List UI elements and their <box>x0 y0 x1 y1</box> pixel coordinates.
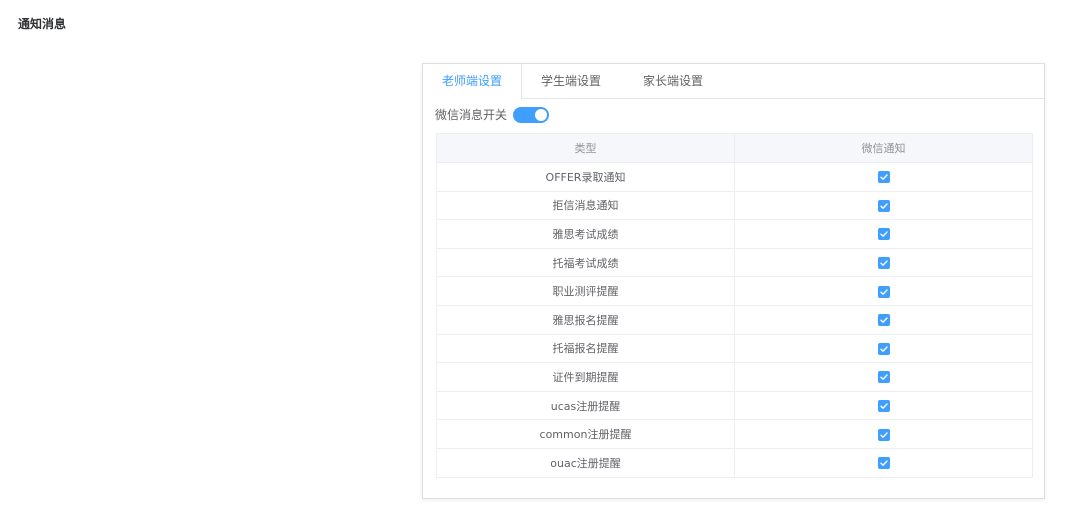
notification-type-cell: common注册提醒 <box>436 419 735 449</box>
tab-student-settings[interactable]: 学生端设置 <box>522 64 620 98</box>
notification-type-cell: ucas注册提醒 <box>436 390 735 421</box>
wechat-notify-checkbox[interactable] <box>877 199 890 212</box>
check-icon <box>879 346 888 352</box>
wechat-notify-checkbox[interactable] <box>877 371 890 384</box>
wechat-notify-checkbox[interactable] <box>877 171 890 184</box>
table-row: common注册提醒 <box>436 419 1033 449</box>
wechat-notify-cell <box>734 419 1033 449</box>
table-row: ucas注册提醒 <box>436 390 1033 421</box>
wechat-switch-toggle[interactable] <box>513 107 550 123</box>
wechat-notify-checkbox[interactable] <box>877 314 890 327</box>
table-row: OFFER录取通知 <box>436 162 1033 192</box>
notification-type-cell: OFFER录取通知 <box>436 162 735 192</box>
wechat-notify-cell <box>734 390 1033 421</box>
wechat-notify-cell <box>734 447 1033 478</box>
wechat-notify-checkbox[interactable] <box>877 257 890 270</box>
notification-type-cell: 雅思考试成绩 <box>436 219 735 249</box>
table-row: 拒信消息通知 <box>436 190 1033 221</box>
wechat-notify-cell <box>734 362 1033 392</box>
table-row: 职业测评提醒 <box>436 276 1033 306</box>
wechat-notify-cell <box>734 304 1033 335</box>
wechat-notify-checkbox[interactable] <box>877 428 890 441</box>
table-row: ouac注册提醒 <box>436 447 1033 478</box>
page-title: 通知消息 <box>18 17 67 31</box>
notification-type-cell: 职业测评提醒 <box>436 276 735 306</box>
column-header-type: 类型 <box>436 133 735 163</box>
column-header-wechat: 微信通知 <box>734 133 1033 163</box>
check-icon <box>879 203 888 209</box>
wechat-switch-row: 微信消息开关 <box>435 105 550 125</box>
table-row: 雅思报名提醒 <box>436 304 1033 335</box>
wechat-notify-cell <box>734 219 1033 249</box>
wechat-switch-label: 微信消息开关 <box>435 108 508 122</box>
table-row: 证件到期提醒 <box>436 362 1033 392</box>
check-icon <box>879 174 888 181</box>
table-row: 托福考试成绩 <box>436 247 1033 278</box>
notification-type-cell: ouac注册提醒 <box>436 447 735 478</box>
check-icon <box>879 231 888 238</box>
tab-parent-settings[interactable]: 家长端设置 <box>620 64 726 98</box>
check-icon <box>879 260 888 266</box>
settings-panel: 老师端设置 学生端设置 家长端设置 微信消息开关 类型 微信通知 OFFER录取… <box>422 63 1045 499</box>
wechat-notify-cell <box>734 276 1033 306</box>
wechat-notify-cell <box>734 190 1033 221</box>
check-icon <box>879 403 888 409</box>
check-icon <box>879 317 888 324</box>
check-icon <box>879 460 888 467</box>
notification-table: 类型 微信通知 OFFER录取通知 拒信消息通知 雅思考试成绩 托福考试成绩 职业测评提… <box>436 133 1033 478</box>
table-header-row: 类型 微信通知 <box>436 133 1033 163</box>
notification-type-cell: 拒信消息通知 <box>436 190 735 221</box>
switch-knob <box>535 109 548 121</box>
wechat-notify-checkbox[interactable] <box>877 342 890 355</box>
wechat-notify-cell <box>734 247 1033 278</box>
notification-type-cell: 证件到期提醒 <box>436 362 735 392</box>
wechat-notify-checkbox[interactable] <box>877 228 890 241</box>
table-body: OFFER录取通知 拒信消息通知 雅思考试成绩 托福考试成绩 职业测评提醒 雅思报名提醒托… <box>436 162 1033 478</box>
wechat-notify-checkbox[interactable] <box>877 285 890 298</box>
check-icon <box>879 374 888 381</box>
tab-bar: 老师端设置 学生端设置 家长端设置 <box>423 64 1044 99</box>
table-row: 托福报名提醒 <box>436 333 1033 364</box>
notification-type-cell: 雅思报名提醒 <box>436 304 735 335</box>
tab-teacher-settings[interactable]: 老师端设置 <box>423 64 522 99</box>
wechat-notify-cell <box>734 162 1033 192</box>
notification-type-cell: 托福报名提醒 <box>436 333 735 364</box>
wechat-notify-checkbox[interactable] <box>877 400 890 413</box>
wechat-notify-cell <box>734 333 1033 364</box>
check-icon <box>879 288 888 295</box>
check-icon <box>879 431 888 438</box>
wechat-notify-checkbox[interactable] <box>877 457 890 470</box>
notification-type-cell: 托福考试成绩 <box>436 247 735 278</box>
table-row: 雅思考试成绩 <box>436 219 1033 249</box>
